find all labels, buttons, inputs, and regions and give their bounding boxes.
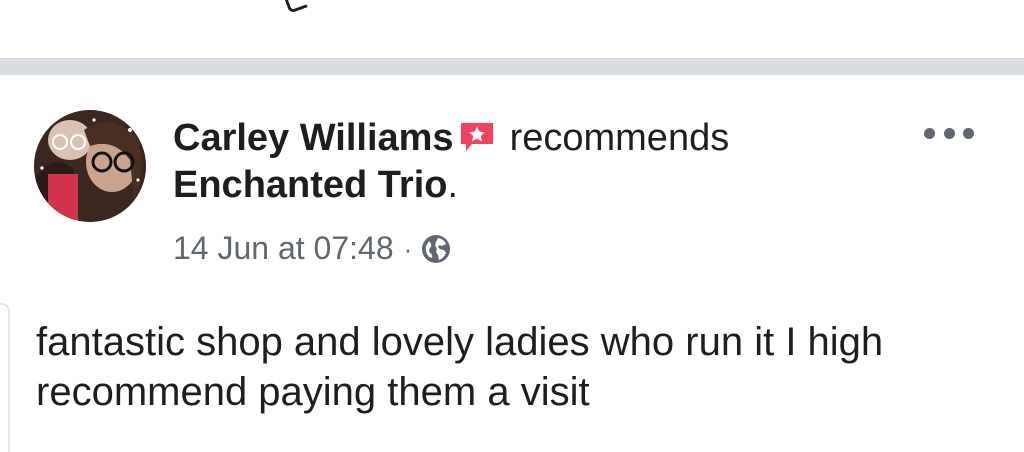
previous-post-text-fragment	[283, 0, 308, 14]
feed-separator	[0, 58, 1024, 76]
recommendation-post: Carley Williams recommends Enchanted Trio.…	[0, 75, 1024, 452]
post-body-text: fantastic shop and lovely ladies who run…	[36, 320, 884, 414]
post-body-left-border	[0, 303, 10, 452]
page-name-link[interactable]: Enchanted Trio	[173, 164, 447, 206]
action-text: recommends	[509, 117, 730, 159]
more-options-icon	[943, 127, 955, 139]
post-meta: 14 Jun at 07:48 ·	[173, 230, 452, 267]
previous-post-tail	[0, 0, 1024, 58]
post-header: Carley Williams recommends Enchanted Trio.	[173, 115, 933, 209]
post-timestamp[interactable]: 14 Jun at 07:48	[173, 230, 394, 267]
more-options-icon	[963, 127, 974, 139]
meta-separator: ·	[403, 233, 413, 264]
more-options-button[interactable]	[924, 119, 974, 147]
page-name-suffix: .	[447, 164, 459, 206]
avatar[interactable]	[34, 110, 146, 222]
more-options-icon	[924, 127, 935, 139]
author-name[interactable]: Carley Williams	[173, 117, 454, 159]
recommendation-star-icon	[458, 119, 496, 153]
globe-icon	[420, 233, 452, 265]
avatar-photo	[34, 110, 146, 222]
facebook-feed-screen: Carley Williams recommends Enchanted Trio.…	[0, 0, 1024, 452]
